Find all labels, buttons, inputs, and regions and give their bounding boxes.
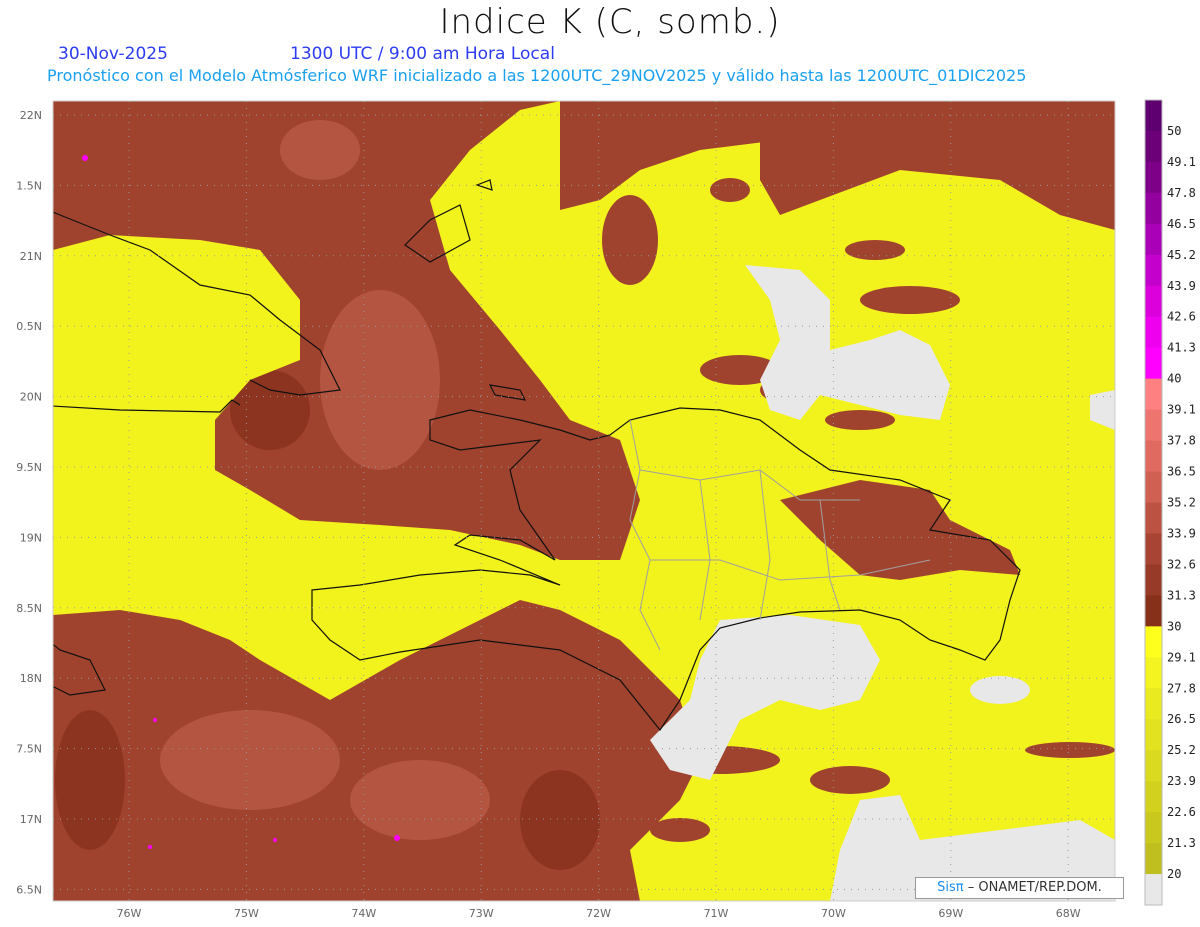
colorbar-swatch bbox=[1145, 161, 1162, 194]
colorbar-swatch bbox=[1145, 626, 1162, 658]
forecast-time: 1300 UTC / 9:00 am Hora Local bbox=[290, 44, 555, 64]
lat-label: 22N bbox=[20, 109, 42, 122]
lat-label: 7.5N bbox=[16, 743, 42, 756]
colorbar-label: 25.2 bbox=[1167, 743, 1196, 757]
lon-label: 71W bbox=[704, 907, 729, 920]
colorbar-swatch bbox=[1145, 874, 1162, 906]
lat-label: 21N bbox=[20, 250, 42, 263]
colorbar-label: 43.9 bbox=[1167, 279, 1196, 293]
credit-box: Sisπ – ONAMET/REP.DOM. bbox=[915, 877, 1124, 899]
colorbar-label: 47.8 bbox=[1167, 186, 1196, 200]
colorbar-swatch bbox=[1145, 502, 1162, 534]
lat-label: 8.5N bbox=[16, 602, 42, 615]
colorbar-swatch bbox=[1145, 254, 1162, 287]
colorbar-label: 49.1 bbox=[1167, 155, 1196, 169]
colorbar-label: 20 bbox=[1167, 867, 1181, 881]
colorbar-swatch bbox=[1145, 657, 1162, 689]
colorbar-label: 37.8 bbox=[1167, 434, 1196, 448]
colorbar-swatch bbox=[1145, 440, 1162, 473]
lon-label: 74W bbox=[351, 907, 376, 920]
colorbar-label: 46.5 bbox=[1167, 217, 1196, 231]
forecast-date: 30-Nov-2025 bbox=[58, 44, 168, 64]
colorbar-swatch bbox=[1145, 595, 1162, 627]
lat-label: 18N bbox=[20, 672, 42, 685]
colorbar-label: 36.5 bbox=[1167, 465, 1196, 479]
colorbar-swatch bbox=[1145, 719, 1162, 751]
lon-label: 68W bbox=[1056, 907, 1081, 920]
colorbar-label: 22.6 bbox=[1167, 805, 1196, 819]
colorbar-swatch bbox=[1145, 409, 1162, 442]
lat-label: 1.5N bbox=[16, 179, 42, 192]
colorbar-swatch bbox=[1145, 750, 1162, 782]
colorbar-label: 21.3 bbox=[1167, 836, 1196, 850]
lat-label: 20N bbox=[20, 391, 42, 404]
lat-label: 0.5N bbox=[16, 320, 42, 333]
k-index-map: 22N 1.5N 21N 0.5N 20N 9.5N 19N 8.5N 18N 7.5N 17N 6.… bbox=[16, 99, 1196, 920]
colorbar-label: 29.1 bbox=[1167, 650, 1196, 664]
colorbar-label: 33.9 bbox=[1167, 526, 1196, 540]
colorbar-label: 27.8 bbox=[1167, 681, 1196, 695]
lon-label: 69W bbox=[938, 907, 963, 920]
credit-text: – ONAMET/REP.DOM. bbox=[967, 880, 1102, 895]
colorbar-swatch bbox=[1145, 285, 1162, 318]
lat-label: 19N bbox=[20, 531, 42, 544]
colorbar-swatch bbox=[1145, 843, 1162, 875]
colorbar-swatch bbox=[1145, 223, 1162, 256]
lat-label: 17N bbox=[20, 813, 42, 826]
colorbar-swatch bbox=[1145, 192, 1162, 225]
colorbar-label: 39.1 bbox=[1167, 403, 1196, 417]
colorbar-label: 45.2 bbox=[1167, 248, 1196, 262]
colorbar-swatch bbox=[1145, 378, 1162, 411]
colorbar-label: 32.6 bbox=[1167, 557, 1196, 571]
colorbar-swatch bbox=[1145, 471, 1162, 503]
lon-label: 75W bbox=[234, 907, 259, 920]
colorbar-swatch bbox=[1145, 130, 1162, 163]
colorbar-label: 35.2 bbox=[1167, 496, 1196, 510]
colorbar-label: 50 bbox=[1167, 124, 1181, 138]
colorbar-swatch bbox=[1145, 564, 1162, 596]
lon-label: 72W bbox=[586, 907, 611, 920]
lat-label: 9.5N bbox=[16, 461, 42, 474]
lon-label: 73W bbox=[469, 907, 494, 920]
model-info: Pronóstico con el Modelo Atmósferico WRF… bbox=[47, 66, 1027, 85]
colorbar-swatch bbox=[1145, 812, 1162, 844]
chart-title: Indice K (C, somb.) bbox=[439, 2, 781, 42]
colorbar-label: 23.9 bbox=[1167, 774, 1196, 788]
colorbar-swatch bbox=[1145, 688, 1162, 720]
colorbar-label: 30 bbox=[1167, 619, 1181, 633]
colorbar-label: 41.3 bbox=[1167, 341, 1196, 355]
lat-label: 6.5N bbox=[16, 883, 42, 896]
colorbar-label: 40 bbox=[1167, 372, 1181, 386]
colorbar-label: 42.6 bbox=[1167, 310, 1196, 324]
lon-label: 70W bbox=[821, 907, 846, 920]
lon-label: 76W bbox=[117, 907, 142, 920]
colorbar-swatch bbox=[1145, 100, 1162, 132]
colorbar-swatch bbox=[1145, 347, 1162, 380]
colorbar-swatch bbox=[1145, 316, 1162, 349]
colorbar-swatch bbox=[1145, 781, 1162, 813]
colorbar-label: 31.3 bbox=[1167, 588, 1196, 602]
colorbar: 50 49.1 47.8 46.5 45.2 43.9 42.6 41.3 40 39.1 37.8… bbox=[1144, 99, 1196, 906]
sis-logo: Sisπ bbox=[937, 880, 964, 895]
colorbar-swatch bbox=[1145, 533, 1162, 565]
colorbar-label: 26.5 bbox=[1167, 712, 1196, 726]
